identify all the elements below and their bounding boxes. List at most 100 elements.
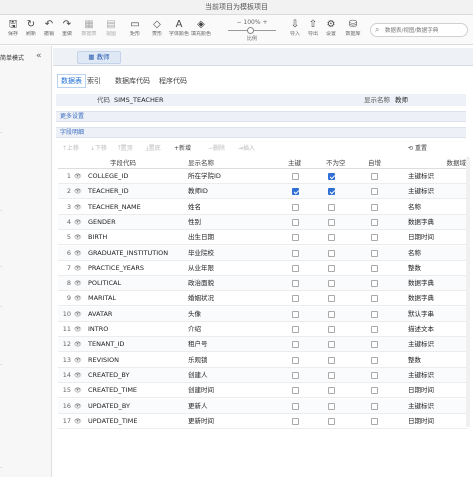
primary-key-checkbox[interactable] — [292, 417, 299, 425]
visibility-icon[interactable]: 👁 — [74, 337, 82, 352]
visibility-icon[interactable]: 👁 — [74, 322, 82, 337]
field-display-name[interactable]: 所在学院ID — [188, 169, 278, 184]
zoom-slider-handle[interactable] — [247, 27, 254, 34]
auto-increment-checkbox[interactable] — [371, 387, 378, 395]
field-code[interactable]: CREATED_BY — [88, 368, 186, 383]
visibility-icon[interactable]: 👁 — [74, 246, 82, 261]
primary-key-checkbox[interactable] — [292, 280, 299, 288]
field-code[interactable]: REVISION — [88, 353, 186, 368]
zoom-in-button[interactable]: + — [263, 19, 268, 26]
fill-color-button[interactable]: ◈ 填充颜色 — [190, 18, 212, 38]
not-null-checkbox[interactable] — [328, 387, 335, 395]
field-display-name[interactable]: 租户号 — [188, 337, 278, 352]
search-box[interactable]: ⌕ — [370, 23, 468, 37]
auto-increment-checkbox[interactable] — [371, 402, 378, 410]
field-code[interactable]: UPDATED_BY — [88, 399, 186, 414]
primary-key-checkbox[interactable] — [292, 249, 299, 257]
not-null-checkbox[interactable] — [328, 188, 335, 196]
more-settings-section[interactable]: 更多设置 — [56, 111, 466, 122]
table-row[interactable]: 14 👁 CREATED_BY 创建人 主键标识 — [58, 367, 468, 383]
table-row[interactable]: 16 👁 UPDATED_BY 更新人 主键标识 — [58, 398, 468, 414]
add-button[interactable]: +新增 — [174, 143, 191, 155]
field-domain[interactable]: 描述文本 — [408, 322, 464, 337]
grid-scrollbar[interactable] — [466, 157, 470, 427]
field-code[interactable]: GRADUATE_INSTITUTION — [88, 246, 186, 261]
auto-increment-checkbox[interactable] — [371, 234, 378, 242]
primary-key-checkbox[interactable] — [292, 203, 299, 211]
rectangle-button[interactable]: ▭ 矩形 — [124, 18, 146, 38]
not-null-checkbox[interactable] — [328, 356, 335, 364]
field-display-name[interactable]: 政治面貌 — [188, 276, 278, 291]
field-display-name[interactable]: 婚姻状况 — [188, 291, 278, 306]
table-row[interactable]: 12 👁 TENANT_ID 租户号 主键标识 — [58, 337, 468, 353]
field-domain[interactable]: 主键标识 — [408, 169, 464, 184]
field-code[interactable]: PRACTICE_YEARS — [88, 261, 186, 276]
tab-db-code[interactable]: 数据库代码 — [115, 74, 150, 88]
column-header-domain[interactable]: 数据域 — [408, 157, 467, 169]
visibility-icon[interactable]: 👁 — [74, 383, 82, 398]
auto-increment-checkbox[interactable] — [371, 356, 378, 364]
field-code[interactable]: TEACHER_ID — [88, 184, 186, 199]
table-row[interactable]: 17 👁 UPDATED_TIME 更新时间 日期时间 — [58, 414, 468, 429]
font-color-button[interactable]: A 字体颜色 — [168, 18, 190, 38]
field-display-name[interactable]: 性别 — [188, 215, 278, 230]
tab-table[interactable]: 数据表 — [57, 74, 86, 88]
column-header-index[interactable] — [60, 157, 72, 169]
field-domain[interactable]: 主键标识 — [408, 337, 464, 352]
visibility-icon[interactable]: 👁 — [74, 261, 82, 276]
field-code[interactable]: TEACHER_NAME — [88, 200, 186, 215]
move-down-button[interactable]: ⇣下移 — [90, 143, 107, 155]
table-row[interactable]: 6 👁 GRADUATE_INSTITUTION 毕业院校 名称 — [58, 245, 468, 261]
not-null-checkbox[interactable] — [328, 310, 335, 318]
field-domain[interactable]: 默认字串 — [408, 307, 464, 322]
not-null-checkbox[interactable] — [328, 371, 335, 379]
auto-increment-checkbox[interactable] — [371, 295, 378, 303]
primary-key-checkbox[interactable] — [292, 295, 299, 303]
auto-increment-checkbox[interactable] — [371, 310, 378, 318]
not-null-checkbox[interactable] — [328, 280, 335, 288]
field-code[interactable]: CREATED_TIME — [88, 383, 186, 398]
field-domain[interactable]: 名称 — [408, 246, 464, 261]
visibility-icon[interactable]: 👁 — [74, 353, 82, 368]
auto-increment-checkbox[interactable] — [371, 280, 378, 288]
field-display-name[interactable]: 更新时间 — [188, 414, 278, 429]
not-null-checkbox[interactable] — [328, 218, 335, 226]
field-display-name[interactable]: 出生日期 — [188, 230, 278, 245]
field-display-name[interactable]: 创建人 — [188, 368, 278, 383]
not-null-checkbox[interactable] — [328, 326, 335, 333]
primary-key-checkbox[interactable] — [292, 234, 299, 242]
visibility-icon[interactable]: 👁 — [74, 169, 82, 184]
not-null-checkbox[interactable] — [328, 341, 335, 349]
primary-key-checkbox[interactable] — [292, 402, 299, 410]
auto-increment-checkbox[interactable] — [371, 264, 378, 272]
primary-key-checkbox[interactable] — [292, 326, 299, 333]
field-display-name[interactable]: 姓名 — [188, 200, 278, 215]
not-null-checkbox[interactable] — [328, 295, 335, 303]
tab-index[interactable]: 索引 — [87, 74, 101, 88]
zoom-control[interactable]: − 100% + 比例 — [222, 18, 282, 42]
not-null-checkbox[interactable] — [328, 249, 335, 257]
field-code[interactable]: AVATAR — [88, 307, 186, 322]
not-null-checkbox[interactable] — [328, 203, 335, 211]
field-display-name[interactable]: 教师ID — [188, 184, 278, 199]
field-code[interactable]: BIRTH — [88, 230, 186, 245]
table-row[interactable]: 15 👁 CREATED_TIME 创建时间 日期时间 — [58, 383, 468, 399]
field-display-name[interactable]: 头像 — [188, 307, 278, 322]
primary-key-checkbox[interactable] — [292, 341, 299, 349]
primary-key-checkbox[interactable] — [292, 188, 299, 196]
primary-key-checkbox[interactable] — [292, 371, 299, 379]
column-header-autoinc[interactable]: 自增 — [368, 157, 404, 169]
field-code[interactable]: GENDER — [88, 215, 186, 230]
field-display-name[interactable]: 乐观锁 — [188, 353, 278, 368]
reset-button[interactable]: ⟲ 重置 — [408, 143, 427, 155]
not-null-checkbox[interactable] — [328, 402, 335, 410]
field-code[interactable]: UPDATED_TIME — [88, 414, 186, 429]
primary-key-checkbox[interactable] — [292, 310, 299, 318]
visibility-icon[interactable]: 👁 — [74, 230, 82, 245]
not-null-checkbox[interactable] — [328, 234, 335, 242]
table-row[interactable]: 7 👁 PRACTICE_YEARS 从业年限 整数 — [58, 261, 468, 276]
auto-increment-checkbox[interactable] — [371, 341, 378, 349]
column-header-notnull[interactable]: 不为空 — [326, 157, 366, 169]
visibility-icon[interactable]: 👁 — [74, 215, 82, 230]
auto-increment-checkbox[interactable] — [371, 188, 378, 196]
